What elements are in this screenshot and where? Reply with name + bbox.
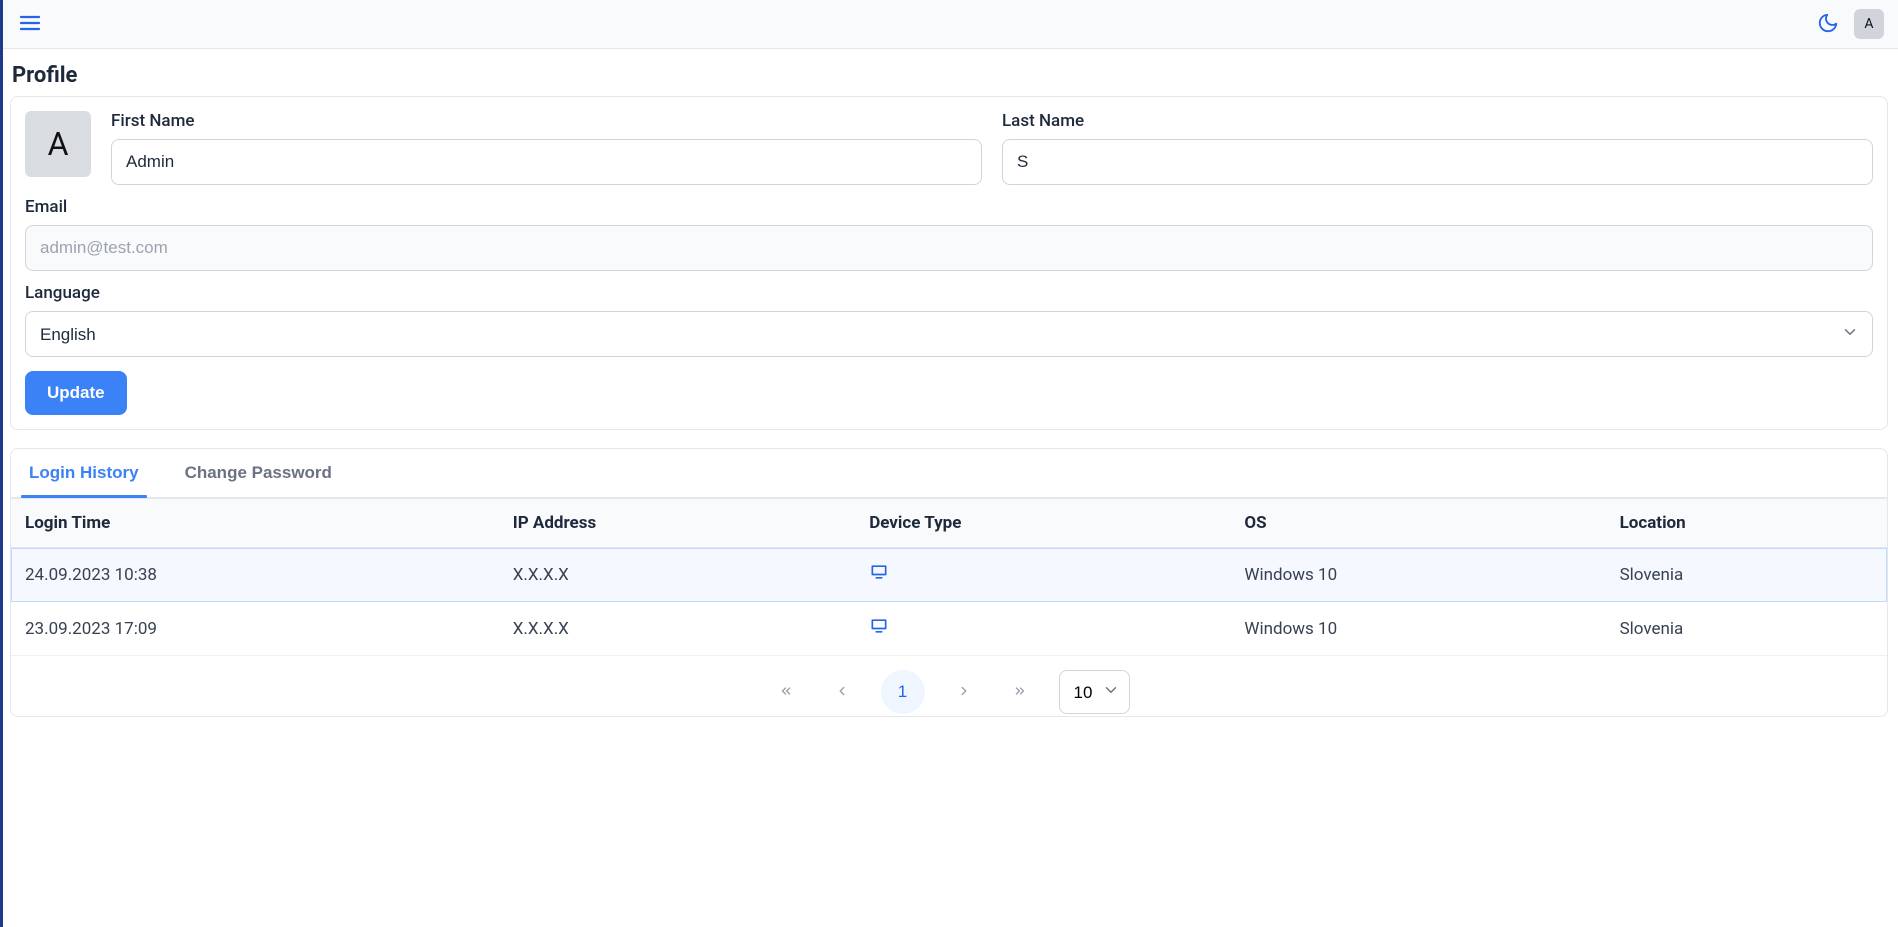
col-os: OS [1230,499,1605,548]
first-name-input[interactable] [111,139,982,185]
last-name-input[interactable] [1002,139,1873,185]
cell-ip: X.X.X.X [499,548,855,602]
desktop-icon [869,621,889,641]
email-input [25,225,1873,271]
prev-page-button[interactable] [825,675,859,709]
page-title: Profile [12,63,1888,88]
update-button[interactable]: Update [25,371,127,415]
next-page-button[interactable] [947,675,981,709]
last-page-button[interactable] [1003,675,1037,709]
cell-location: Slovenia [1606,602,1887,656]
language-select[interactable]: English [25,311,1873,357]
page-size-select[interactable]: 10 [1059,670,1130,714]
chevrons-left-icon [779,684,793,701]
tab-change-password[interactable]: Change Password [177,449,340,497]
cell-login-time: 23.09.2023 17:09 [11,602,499,656]
cell-ip: X.X.X.X [499,602,855,656]
col-device-type: Device Type [855,499,1230,548]
moon-icon [1817,12,1839,37]
menu-button[interactable] [14,8,46,40]
desktop-icon [869,567,889,587]
menu-icon [18,11,42,38]
tabs: Login History Change Password [11,449,1887,498]
cell-device [855,548,1230,602]
chevron-right-icon [957,684,971,701]
left-accent-strip [0,0,3,927]
cell-os: Windows 10 [1230,548,1605,602]
tab-login-history[interactable]: Login History [21,449,147,497]
last-name-label: Last Name [1002,111,1873,131]
page-number-button[interactable]: 1 [881,670,925,714]
chevrons-right-icon [1013,684,1027,701]
language-label: Language [25,283,1873,303]
col-ip-address: IP Address [499,499,855,548]
table-row[interactable]: 24.09.2023 10:38 X.X.X.X Windows 10 Slov… [11,548,1887,602]
login-history-table: Login Time IP Address Device Type OS Loc… [11,498,1887,656]
paginator: 1 10 [11,656,1887,716]
user-avatar-button[interactable]: A [1854,9,1884,39]
history-card: Login History Change Password Login Time… [10,448,1888,717]
chevron-left-icon [835,684,849,701]
col-location: Location [1606,499,1887,548]
table-row[interactable]: 23.09.2023 17:09 X.X.X.X Windows 10 Slov… [11,602,1887,656]
cell-login-time: 24.09.2023 10:38 [11,548,499,602]
profile-avatar-initial: A [48,125,69,163]
email-label: Email [25,197,1873,217]
cell-device [855,602,1230,656]
first-name-label: First Name [111,111,982,131]
cell-os: Windows 10 [1230,602,1605,656]
profile-avatar: A [25,111,91,177]
first-page-button[interactable] [769,675,803,709]
user-avatar-initial: A [1864,16,1873,32]
profile-card: A First Name Last Name Email Language [10,96,1888,430]
cell-location: Slovenia [1606,548,1887,602]
topbar: A [0,0,1898,49]
theme-toggle-button[interactable] [1812,8,1844,40]
col-login-time: Login Time [11,499,499,548]
